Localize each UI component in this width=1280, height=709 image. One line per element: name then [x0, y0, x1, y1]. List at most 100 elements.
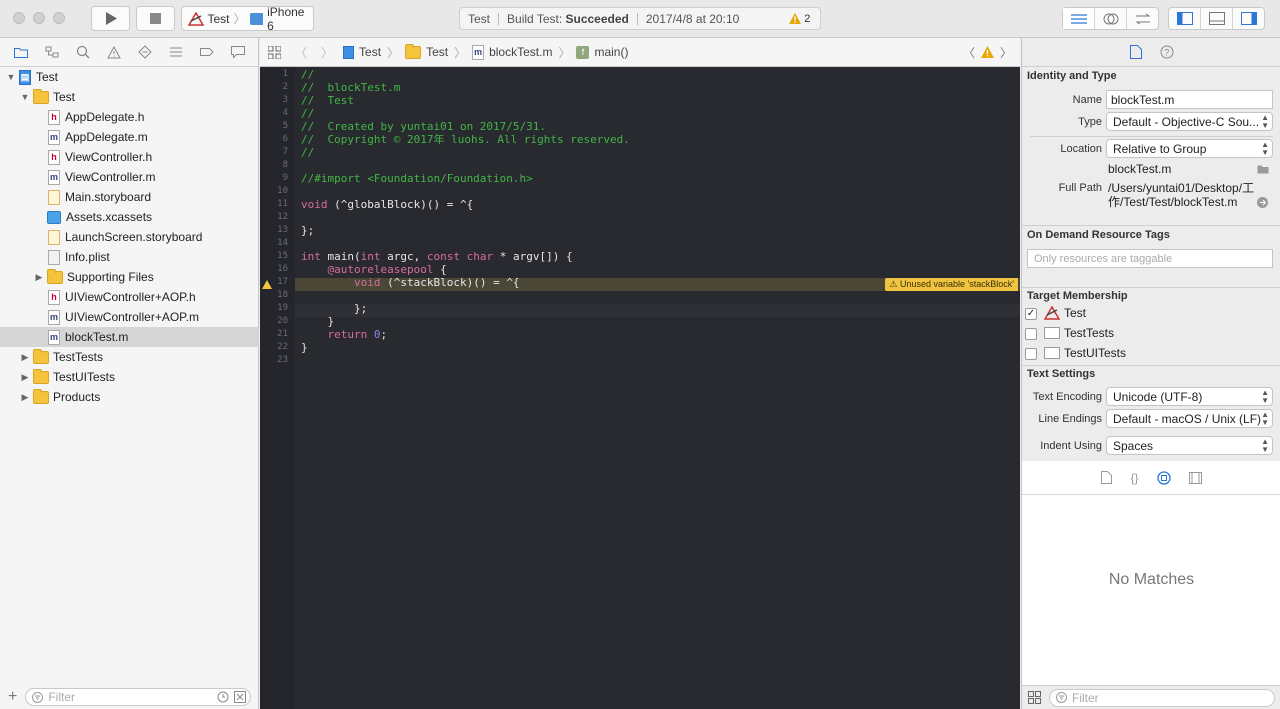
inline-warning-message[interactable]: ⚠ Unused variable 'stackBlock': [885, 278, 1018, 291]
scm-filter-icon[interactable]: [234, 691, 246, 703]
tree-item-file[interactable]: h ViewController.h: [0, 147, 259, 167]
object-library: {} No Matches Filter: [1022, 461, 1280, 709]
zoom-window-button[interactable]: [53, 12, 65, 24]
forward-arrow-icon[interactable]: 〉: [321, 44, 333, 61]
folder-icon[interactable]: [1257, 164, 1269, 174]
tree-item-file[interactable]: m AppDelegate.m: [0, 127, 259, 147]
indent-popup[interactable]: Spaces ▲ ▼: [1106, 436, 1273, 455]
media-library-icon[interactable]: [1188, 471, 1202, 484]
tree-item-group[interactable]: ▶ TestTests: [0, 347, 259, 367]
minimize-window-button[interactable]: [33, 12, 45, 24]
chevron-right-icon: 〉: [387, 45, 400, 60]
help-icon[interactable]: ?: [1160, 45, 1174, 59]
back-arrow-icon[interactable]: 〈: [295, 44, 307, 61]
tree-item-group[interactable]: ▶ Supporting Files: [0, 267, 259, 287]
test-diamond-icon[interactable]: [138, 45, 152, 59]
line-endings-value: Default - macOS / Unix (LF): [1113, 411, 1262, 426]
odr-tags-field[interactable]: Only resources are taggable: [1027, 249, 1273, 268]
close-window-button[interactable]: [13, 12, 25, 24]
warning-count-badge[interactable]: 2: [789, 13, 810, 25]
name-field[interactable]: blockTest.m: [1106, 90, 1273, 109]
target-checkbox[interactable]: [1025, 328, 1037, 340]
folder-icon: [33, 88, 49, 104]
tree-item-group[interactable]: ▶ TestUITests: [0, 367, 259, 387]
view-toggle-control[interactable]: [1168, 7, 1265, 30]
file-inspector-icon[interactable]: [1129, 45, 1142, 59]
filter-placeholder: Filter: [48, 690, 76, 704]
tree-item-file[interactable]: h UIViewController+AOP.h: [0, 287, 259, 307]
disclosure-open-icon[interactable]: ▼: [20, 92, 30, 102]
folder-icon[interactable]: [14, 46, 29, 58]
bottom-panel-icon: [1208, 12, 1225, 25]
toggle-debug-area-button[interactable]: [1201, 8, 1233, 29]
disclosure-open-icon[interactable]: ▼: [6, 72, 16, 82]
navigator-filter-input[interactable]: Filter: [25, 688, 251, 706]
jump-bar-group[interactable]: Test: [405, 43, 448, 59]
tree-item-file[interactable]: Info.plist: [0, 247, 259, 267]
tree-item-file[interactable]: Assets.xcassets: [0, 207, 259, 227]
tree-item-label: UIViewController+AOP.h: [65, 290, 196, 304]
issue-warning-icon[interactable]: [107, 45, 121, 59]
tree-item-group[interactable]: ▼ Test: [0, 87, 259, 107]
folder-icon: [405, 43, 422, 59]
tree-item-file[interactable]: h AppDelegate.h: [0, 107, 259, 127]
jump-bar-symbol[interactable]: f main(): [576, 45, 628, 59]
encoding-popup[interactable]: Unicode (UTF-8) ▲ ▼: [1106, 387, 1273, 406]
standard-editor-button[interactable]: [1063, 8, 1095, 29]
tree-item-label: Info.plist: [65, 250, 110, 264]
tree-item-file[interactable]: m UIViewController+AOP.m: [0, 307, 259, 327]
tree-item-file-selected[interactable]: m blockTest.m: [0, 327, 259, 347]
related-items-grid-icon[interactable]: [268, 45, 281, 59]
code-snippet-icon[interactable]: {}: [1130, 471, 1138, 485]
folder-icon: [33, 348, 49, 364]
run-button[interactable]: [91, 6, 130, 31]
location-popup[interactable]: Relative to Group ▲ ▼: [1106, 139, 1273, 158]
test-bundle-icon: [1044, 327, 1060, 339]
popup-arrows-icon: ▲ ▼: [1261, 388, 1269, 405]
full-path-line-1: /Users/yuntai01/Desktop/工: [1108, 181, 1255, 195]
grid-view-icon[interactable]: [1028, 691, 1041, 704]
scheme-selector[interactable]: Test 〉 iPhone 6: [181, 5, 314, 33]
version-editor-button[interactable]: [1127, 8, 1158, 29]
next-issue-icon[interactable]: 〉: [1000, 44, 1012, 61]
warning-icon[interactable]: [980, 46, 994, 58]
symbol-hierarchy-icon[interactable]: [45, 46, 59, 58]
disclosure-closed-icon[interactable]: ▶: [20, 372, 30, 383]
tree-item-group[interactable]: ▶ Products: [0, 387, 259, 407]
assistant-editor-button[interactable]: [1095, 8, 1127, 29]
recent-clock-icon[interactable]: [217, 691, 229, 703]
target-checkbox[interactable]: [1025, 348, 1037, 360]
tree-item-project[interactable]: ▼ ▤ Test: [0, 67, 259, 87]
toggle-navigator-button[interactable]: [1169, 8, 1201, 29]
object-library-icon[interactable]: [1156, 470, 1171, 485]
previous-issue-icon[interactable]: 〈: [963, 44, 975, 61]
disclosure-closed-icon[interactable]: ▶: [20, 352, 30, 363]
file-template-icon[interactable]: [1101, 471, 1113, 484]
reveal-arrow-icon[interactable]: [1257, 197, 1268, 208]
jump-bar-project[interactable]: Test: [343, 45, 381, 59]
library-filter-input[interactable]: Filter: [1049, 688, 1275, 707]
tree-item-file[interactable]: LaunchScreen.storyboard: [0, 227, 259, 247]
target-checkbox-checked[interactable]: ✓: [1025, 308, 1037, 320]
toggle-inspector-button[interactable]: [1233, 8, 1264, 29]
disclosure-closed-icon[interactable]: ▶: [20, 392, 30, 403]
jump-bar-file[interactable]: m blockTest.m: [472, 44, 552, 60]
type-value: Default - Objective-C Sou...: [1113, 114, 1260, 129]
tree-item-file[interactable]: m ViewController.m: [0, 167, 259, 187]
code-line: // Test: [301, 94, 354, 107]
tree-item-file[interactable]: Main.storyboard: [0, 187, 259, 207]
target-label: TestTests: [1064, 326, 1115, 340]
source-editor[interactable]: 1 2 3 4 5 6 7 8 9 10 11 12 13 14 15 16 17 18 19 20 21 22 23 //…: [260, 67, 1020, 709]
line-endings-popup[interactable]: Default - macOS / Unix (LF) ▲ ▼: [1106, 409, 1273, 428]
stop-button[interactable]: [136, 6, 175, 31]
search-icon[interactable]: [76, 45, 90, 59]
disclosure-closed-icon[interactable]: ▶: [34, 272, 44, 283]
line-number-gutter[interactable]: 1 2 3 4 5 6 7 8 9 10 11 12 13 14 15 16 17 18 19 20 21 22 23: [260, 67, 295, 709]
report-bubble-icon[interactable]: [230, 45, 245, 59]
add-icon[interactable]: +: [8, 688, 17, 706]
type-popup[interactable]: Default - Objective-C Sou... ▲ ▼: [1106, 112, 1273, 131]
editor-mode-control[interactable]: [1062, 7, 1159, 30]
debug-gauge-icon[interactable]: [169, 46, 183, 58]
warning-icon[interactable]: [262, 280, 272, 289]
breakpoint-icon[interactable]: [199, 46, 214, 58]
